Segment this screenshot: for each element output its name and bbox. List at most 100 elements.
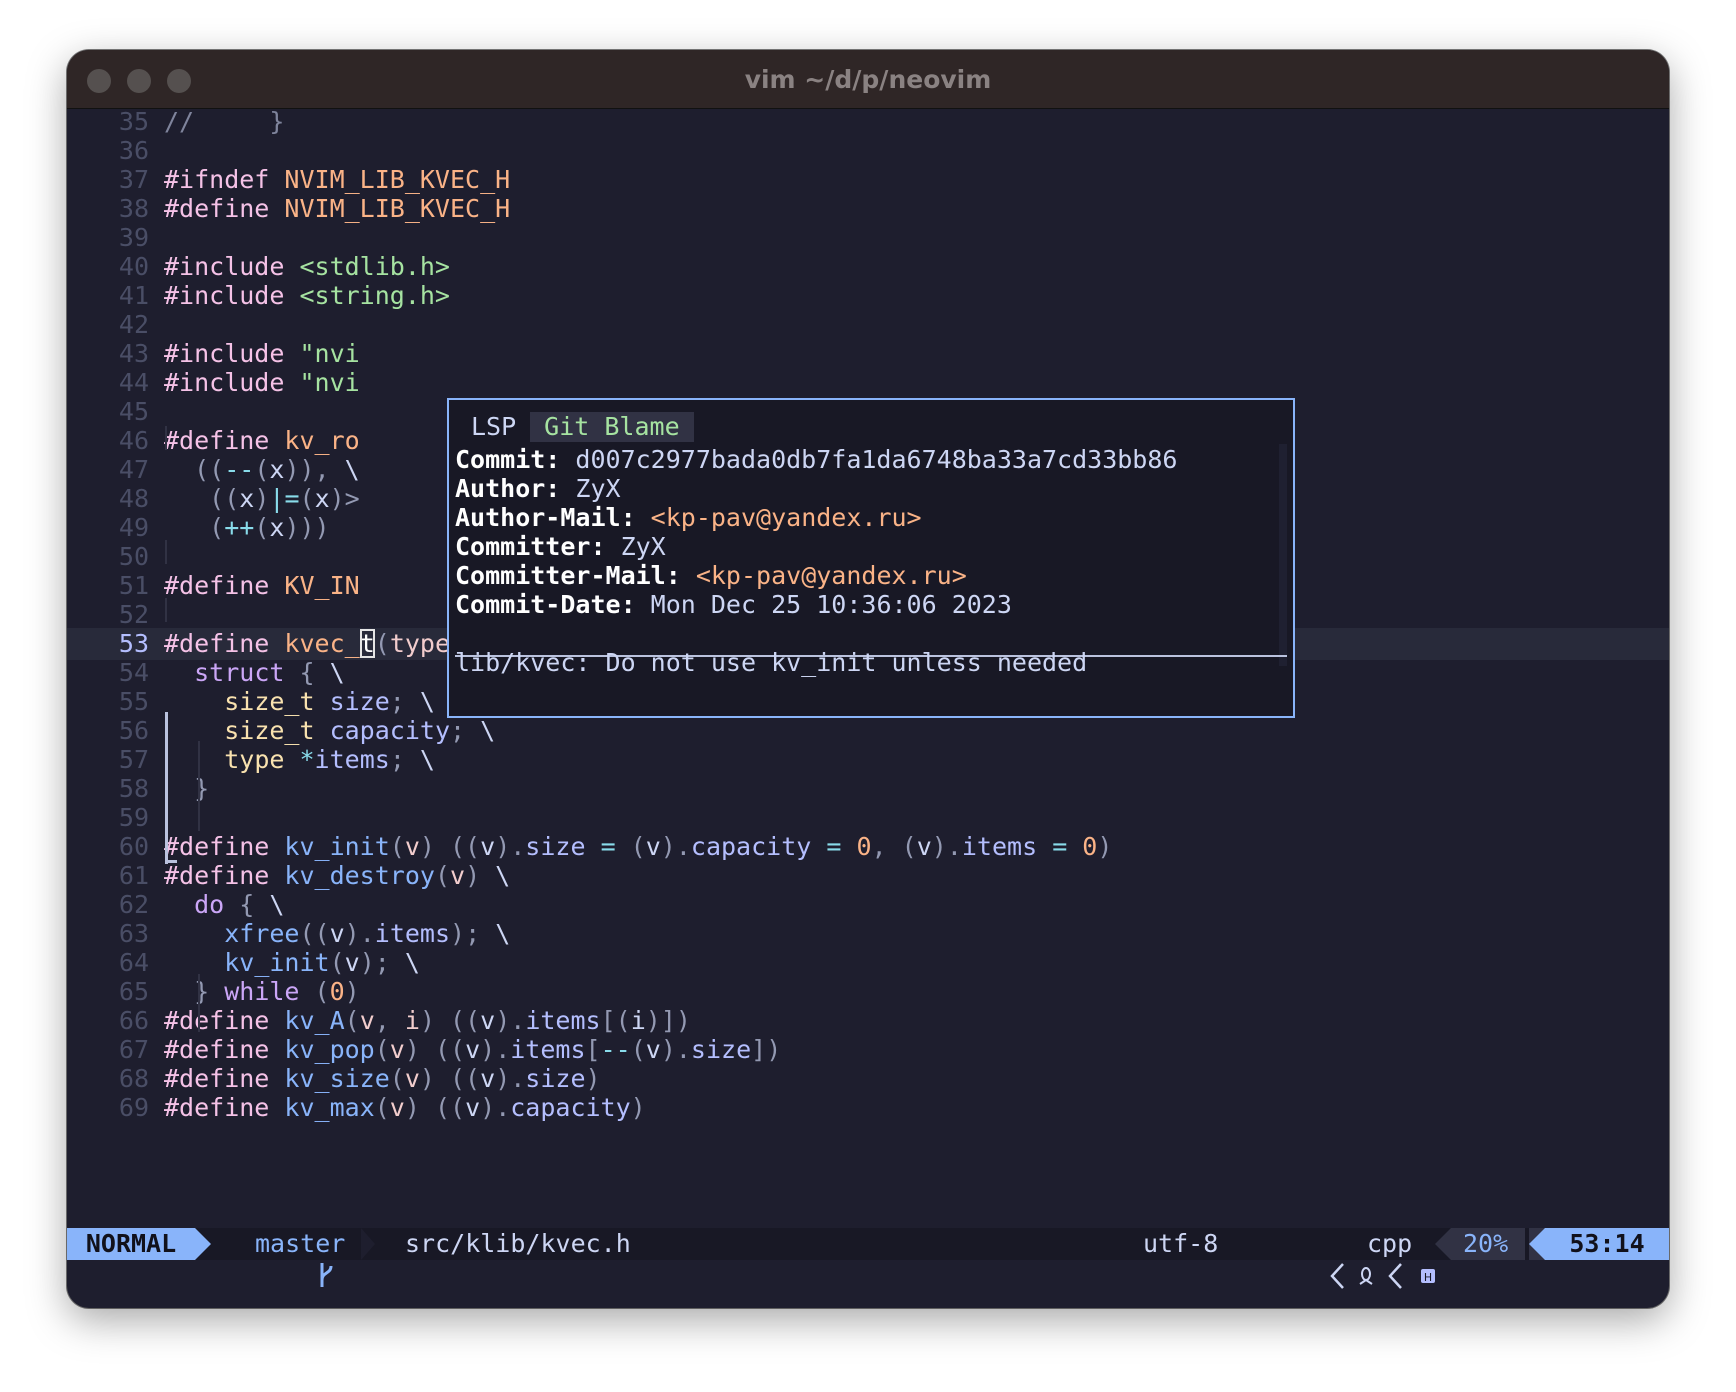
code-line[interactable]: 69 #define kv_max(v) ((v).capacity) [67, 1092, 1669, 1124]
code-token: kvec_ [284, 629, 360, 658]
tab-lsp[interactable]: LSP [457, 412, 530, 442]
code-token: ( [299, 484, 315, 513]
code-token: * [284, 745, 315, 774]
code-line[interactable]: 60 #define kv_init(v) ((v).size = (v).cap… [67, 831, 1669, 863]
code-token: #define [164, 571, 285, 600]
code-token: #define [164, 1035, 285, 1064]
line-number: 45 [118, 397, 149, 426]
title-bar: vim ~/d/p/neovim [67, 50, 1669, 109]
code-line[interactable]: 37 #ifndef NVIM_LIB_KVEC_H [67, 164, 1669, 196]
line-number: 35 [118, 108, 149, 136]
blame-row-commit: Commit: d007c2977bada0db7fa1da6748ba33a7… [455, 445, 1178, 474]
code-token: <stdlib.h> [299, 252, 450, 281]
code-token: kv_A [284, 1006, 345, 1035]
code-token: // } [164, 108, 285, 136]
code-token: )> [329, 484, 360, 513]
code-token: ( [389, 832, 405, 861]
code-token: capacity [510, 1093, 631, 1122]
code-text: #include "nvi [164, 367, 360, 399]
code-token: 0 [856, 832, 872, 861]
code-line[interactable]: 39 [67, 222, 1669, 254]
code-text: #define kvec_t(type) \ [164, 628, 495, 660]
code-line[interactable]: 65 } while (0) [67, 976, 1669, 1008]
code-token: ( [630, 1035, 646, 1064]
git-blame-popup[interactable]: LSP Git Blame Commit: d007c2977bada0db7fa… [447, 398, 1295, 718]
code-token: )]) [645, 1006, 691, 1035]
code-line[interactable]: 68 #define kv_size(v) ((v).size) [67, 1063, 1669, 1095]
code-token: v [465, 1093, 481, 1122]
code-token: "nvi [299, 339, 360, 368]
code-line[interactable]: 67 #define kv_pop(v) ((v).items[--(v).siz… [67, 1034, 1669, 1066]
code-token: items [314, 745, 390, 774]
code-line[interactable]: 66 #define kv_A(v, i) ((v).items[(i)]) [67, 1005, 1669, 1037]
file-path[interactable]: src/klib/kvec.h [405, 1228, 631, 1260]
popup-scrollbar[interactable] [1279, 444, 1287, 666]
code-line[interactable]: 58 } [67, 773, 1669, 805]
code-text: // } [164, 108, 284, 138]
code-line[interactable]: 42 [67, 309, 1669, 341]
code-token: -- [224, 455, 255, 484]
code-token: v [465, 1035, 481, 1064]
line-number: 41 [118, 281, 149, 310]
code-token: #define [164, 194, 285, 223]
line-number: 37 [118, 165, 149, 194]
code-token: ) (( [419, 1006, 481, 1035]
code-token: do [194, 890, 225, 919]
code-line[interactable]: 35 // } [67, 108, 1669, 138]
code-line[interactable]: 44 #include "nvi [67, 367, 1669, 399]
code-token: v [645, 832, 661, 861]
code-line[interactable]: 62 do { \ [67, 889, 1669, 921]
code-token: items [510, 1035, 586, 1064]
code-line[interactable]: 63 xfree((v).items); \ [67, 918, 1669, 950]
code-token: size_t [224, 716, 315, 745]
code-token: \ [495, 861, 511, 890]
git-branch-name[interactable]: master [255, 1228, 345, 1260]
code-token: NVIM_LIB_KVEC_H [284, 194, 511, 223]
code-line[interactable]: 40 #include <stdlib.h> [67, 251, 1669, 283]
code-token: v [480, 832, 496, 861]
code-line[interactable]: 57 type *items; \ [67, 744, 1669, 776]
code-line[interactable]: 41 #include <string.h> [67, 280, 1669, 312]
blame-row-committer-mail: Committer-Mail: <kp-pav@yandex.ru> [455, 561, 967, 590]
code-token: items [374, 919, 451, 948]
code-line[interactable]: 43 #include "nvi [67, 338, 1669, 370]
line-number: 68 [118, 1064, 149, 1093]
code-line[interactable]: 56 size_t capacity; \ [67, 715, 1669, 747]
separator-arrow [361, 1228, 375, 1260]
separator-arrow [195, 1228, 211, 1260]
code-token: ))) [284, 513, 330, 542]
code-token: ) [254, 484, 270, 513]
code-line[interactable]: 38 #define NVIM_LIB_KVEC_H [67, 193, 1669, 225]
status-line: NORMAL master src/klib/kvec.h utf-8 H cp… [67, 1228, 1669, 1289]
code-token: x [239, 484, 255, 513]
code-token: capacity [690, 832, 812, 861]
code-token: |= [269, 484, 300, 513]
line-number: 46 [118, 426, 149, 455]
code-token: ++ [224, 513, 255, 542]
code-token: \ [404, 948, 420, 977]
code-line[interactable]: 59 [67, 802, 1669, 834]
code-token: ) [1097, 832, 1113, 861]
code-text: struct { \ [164, 657, 345, 689]
code-text: #define kv_A(v, i) ((v).items[(i)]) [164, 1005, 691, 1037]
code-line[interactable]: 61 #define kv_destroy(v) \ [67, 860, 1669, 892]
code-token: size [525, 1064, 586, 1093]
code-token: v [389, 1093, 405, 1122]
code-token: { [284, 658, 330, 687]
line-number: 57 [118, 745, 149, 774]
code-token: kv_size [284, 1064, 390, 1093]
code-line[interactable]: 36 [67, 135, 1669, 167]
scroll-percent: 20% [1451, 1228, 1525, 1260]
code-text: size_t capacity; \ [164, 715, 495, 747]
code-token: , ( [871, 832, 917, 861]
blame-row-author: Author: ZyX [455, 474, 621, 503]
code-line[interactable]: 64 kv_init(v); \ [67, 947, 1669, 979]
tab-git-blame[interactable]: Git Blame [530, 412, 694, 442]
line-number: 36 [118, 136, 149, 165]
code-token: #include [164, 252, 300, 281]
code-token: ( [434, 861, 450, 890]
code-token: size [525, 832, 586, 861]
code-text: #define kv_destroy(v) \ [164, 860, 510, 892]
